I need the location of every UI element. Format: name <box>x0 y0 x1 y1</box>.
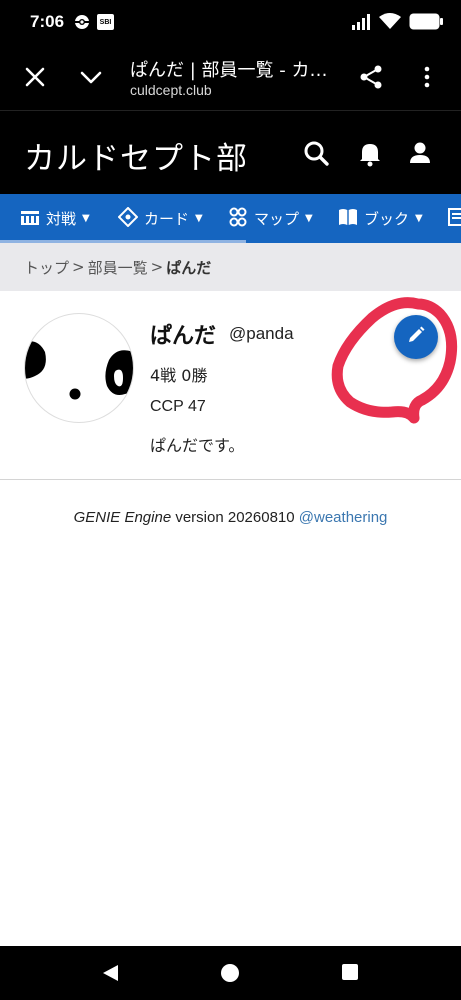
caret-down-icon: ▼ <box>82 213 90 224</box>
more-vert-icon[interactable] <box>414 64 440 90</box>
nav-item-cards[interactable]: カード ▼ <box>117 194 203 243</box>
colosseum-icon <box>20 208 46 230</box>
breadcrumb-item-top[interactable]: トップ <box>24 257 69 278</box>
home-icon[interactable] <box>220 963 240 987</box>
breadcrumb-separator: > <box>150 258 164 276</box>
profile-ccp: CCP 47 <box>150 398 206 415</box>
profile-handle: @panda <box>229 324 294 343</box>
browser-page-title[interactable]: ぱんだ | 部員一覧 - カ… <box>130 56 327 82</box>
avatar <box>24 313 134 423</box>
battery-icon <box>409 13 443 34</box>
back-icon[interactable] <box>101 963 121 987</box>
wifi-icon <box>379 13 401 34</box>
search-icon[interactable] <box>302 139 330 167</box>
main-nav: 対戦 ▼ カード ▼ マップ ▼ ブック ▼ <box>0 194 461 243</box>
close-icon[interactable] <box>22 64 48 90</box>
share-icon[interactable] <box>358 64 384 90</box>
site-header: カルドセプト部 <box>0 110 461 194</box>
caret-down-icon: ▼ <box>305 213 313 224</box>
site-title[interactable]: カルドセプト部 <box>24 133 248 178</box>
status-time: 7:06 <box>30 12 65 31</box>
breadcrumb-separator: > <box>72 258 85 276</box>
profile-name: ぱんだ <box>150 324 217 349</box>
profile-record: 4戦 0勝 <box>150 366 208 385</box>
caret-down-icon: ▼ <box>195 213 203 224</box>
pokeball-icon <box>74 14 90 30</box>
breadcrumb-item-current: ぱんだ <box>166 258 212 277</box>
signal-icon <box>351 13 371 34</box>
nav-item-label: ブック <box>364 210 410 228</box>
caret-down-icon: ▼ <box>415 213 423 224</box>
document-icon <box>448 207 461 230</box>
bell-icon[interactable] <box>356 139 384 167</box>
system-nav-bar <box>0 946 461 1000</box>
section-divider <box>0 479 461 480</box>
browser-bar: ぱんだ | 部員一覧 - カ… culdcept.club <box>0 44 461 110</box>
nav-item-battle[interactable]: 対戦 ▼ <box>20 194 90 243</box>
breadcrumb-item-members[interactable]: 部員一覧 <box>88 257 148 278</box>
nav-item-label: マップ <box>254 210 300 228</box>
edit-profile-button[interactable] <box>394 315 438 359</box>
nav-item-label: カード <box>144 210 190 228</box>
book-icon <box>338 208 364 230</box>
nav-item-label: 対戦 <box>46 210 77 228</box>
user-icon[interactable] <box>406 139 434 167</box>
recents-icon[interactable] <box>341 963 359 985</box>
status-bar: 7:06 SBI <box>0 0 461 44</box>
nav-item-more[interactable] <box>448 194 461 243</box>
browser-url[interactable]: culdcept.club <box>130 82 212 98</box>
nav-item-maps[interactable]: マップ ▼ <box>228 194 313 243</box>
red-circle-annotation <box>331 297 458 424</box>
nav-item-books[interactable]: ブック ▼ <box>338 194 423 243</box>
map-icon <box>228 207 254 231</box>
footer-credit: GENIE Engine version 20260810 @weatherin… <box>0 509 461 526</box>
footer-engine-name: GENIE Engine <box>73 509 172 526</box>
diamond-icon <box>117 206 144 231</box>
sbi-icon: SBI <box>97 14 114 30</box>
chevron-down-icon[interactable] <box>78 64 104 90</box>
breadcrumb: トップ > 部員一覧 > ぱんだ <box>0 243 461 291</box>
profile-bio: ぱんだです。 <box>150 436 245 455</box>
pencil-icon <box>406 325 426 349</box>
footer-version: version 20260810 <box>175 509 295 526</box>
footer-author-link[interactable]: @weathering <box>299 509 388 526</box>
